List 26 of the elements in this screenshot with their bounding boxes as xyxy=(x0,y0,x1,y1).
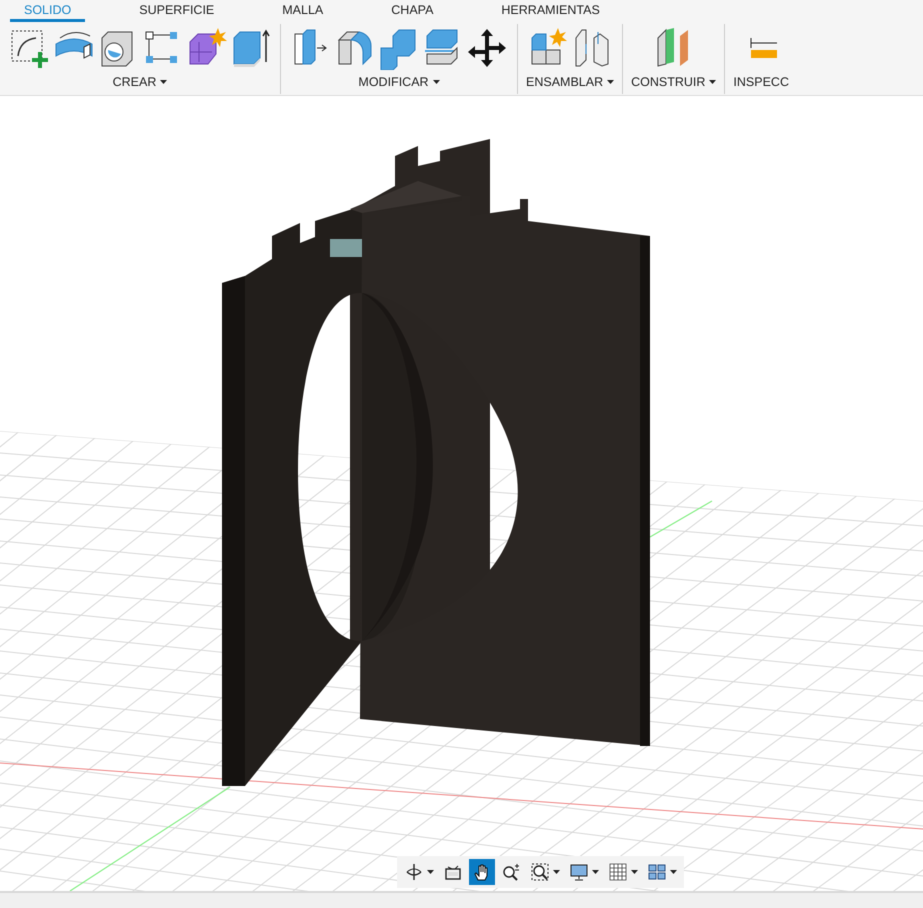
ribbon-tab[interactable]: MALLA xyxy=(268,0,338,22)
ribbon-tab[interactable]: HERRAMIENTAS xyxy=(487,0,614,22)
caret-icon xyxy=(631,870,638,874)
group-menu-button[interactable]: ENSAMBLAR xyxy=(526,75,614,89)
zoom-window-icon xyxy=(530,862,550,882)
caret-icon xyxy=(160,80,168,84)
group-menu-button[interactable]: CONSTRUIR xyxy=(631,75,716,89)
ribbon-tab[interactable]: SUPERFICIE xyxy=(125,0,228,22)
caret-icon xyxy=(427,870,434,874)
ribbon-tab[interactable]: CHAPA xyxy=(377,0,448,22)
ribbon-tab[interactable]: SOLIDO xyxy=(10,0,86,22)
group-menu-button[interactable]: CREAR xyxy=(112,75,168,89)
caret-icon xyxy=(432,80,440,84)
group-menu-button[interactable]: INSPECC xyxy=(733,75,789,89)
caret-icon xyxy=(607,80,614,84)
group-menu-button[interactable]: MODIFICAR xyxy=(358,75,440,89)
caret-icon xyxy=(553,870,560,874)
caret-icon xyxy=(592,870,599,874)
grid-icon xyxy=(608,862,628,882)
zoom-icon xyxy=(501,862,521,882)
orbit-icon xyxy=(404,862,424,882)
monitor-icon xyxy=(569,862,589,882)
caret-icon xyxy=(670,870,677,874)
viewports-icon xyxy=(647,862,667,882)
caret-icon xyxy=(709,80,716,84)
pan-hand-button[interactable] xyxy=(469,858,495,885)
